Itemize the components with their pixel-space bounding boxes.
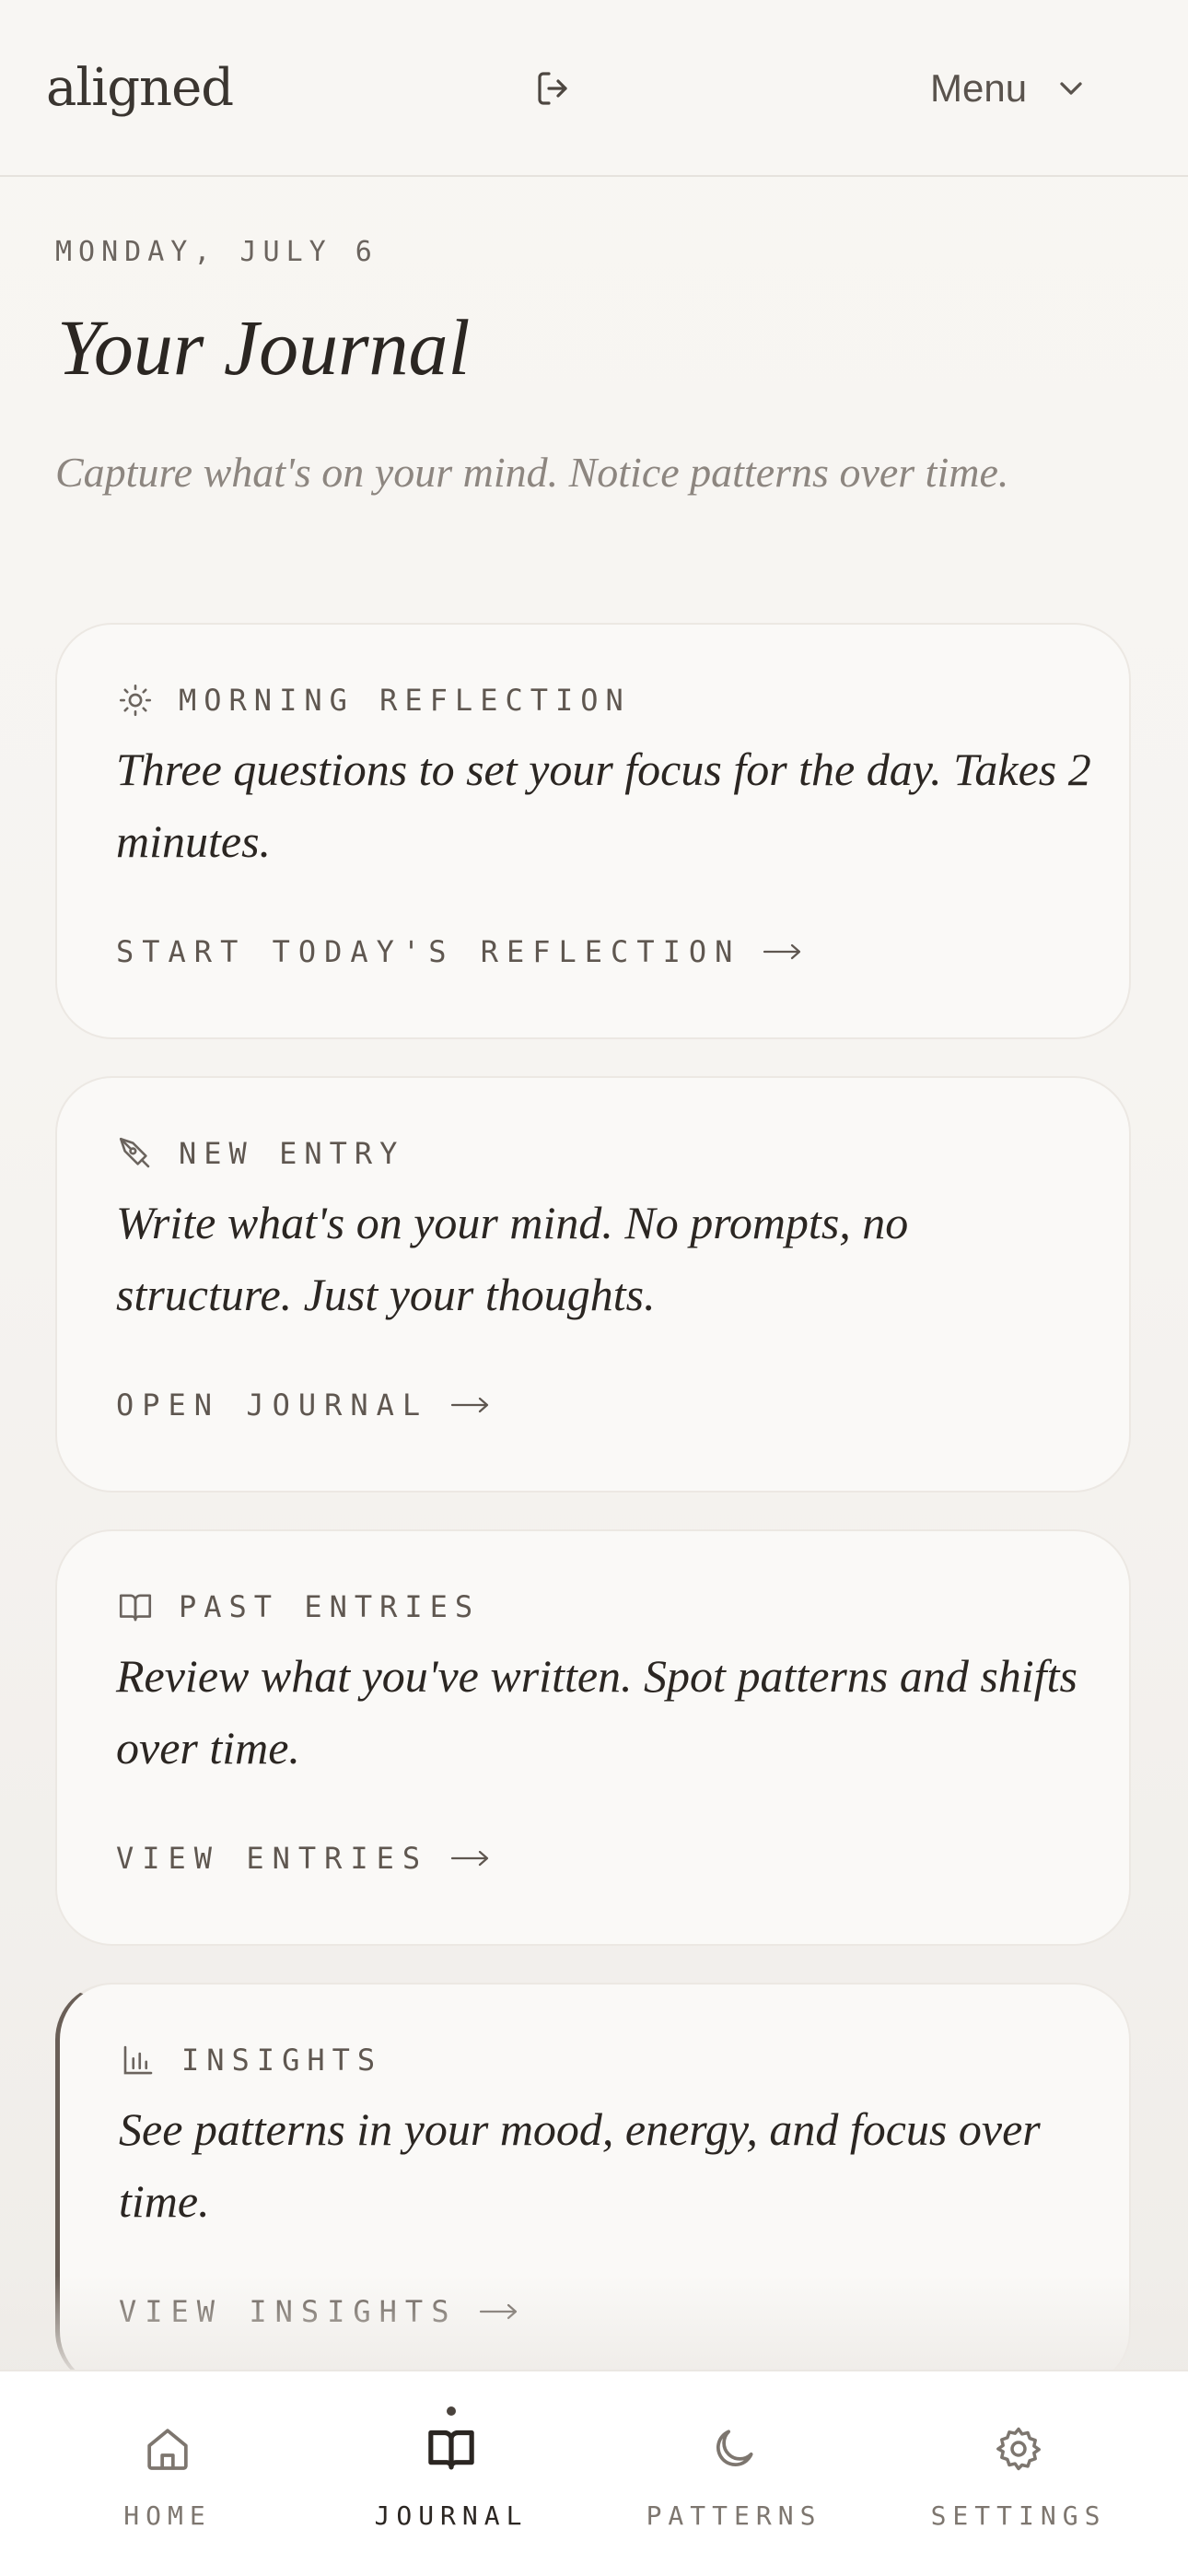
card-action-label: VIEW INSIGHTS [119, 2294, 458, 2329]
view-entries-link[interactable]: VIEW ENTRIES [116, 1841, 491, 1876]
nav-label: HOME [123, 2500, 212, 2531]
card-label: NEW ENTRY [179, 1136, 405, 1171]
app-header: aligned Menu [0, 0, 1188, 177]
card-new-entry[interactable]: NEW ENTRY Write what's on your mind. No … [55, 1076, 1131, 1493]
home-icon [147, 2429, 188, 2470]
nav-item-journal[interactable]: JOURNAL [336, 2371, 566, 2576]
chevron-down-icon [1060, 82, 1082, 95]
menu-button[interactable]: Menu [930, 55, 1089, 122]
card-description: Write what's on your mind. No prompts, n… [116, 1197, 909, 1320]
arrow-right-icon [480, 2303, 518, 2320]
card-action-label: START TODAY'S REFLECTION [116, 934, 741, 969]
card-label: MORNING REFLECTION [179, 683, 631, 718]
book-open-icon [428, 2430, 474, 2470]
nav-item-patterns[interactable]: PATTERNS [619, 2371, 849, 2576]
active-indicator [447, 2406, 456, 2416]
pen-icon [119, 1137, 150, 1168]
arrow-right-icon [451, 1397, 489, 1413]
start-reflection-link[interactable]: START TODAY'S REFLECTION [116, 934, 803, 969]
card-description: Three questions to set your focus for th… [116, 744, 1091, 867]
card-description: See patterns in your mood, energy, and f… [119, 2103, 1041, 2227]
card-label: INSIGHTS [181, 2043, 383, 2078]
arrow-right-icon [763, 943, 801, 960]
card-insights[interactable]: INSIGHTS See patterns in your mood, ener… [55, 1983, 1131, 2388]
logout-icon[interactable] [532, 66, 577, 111]
open-journal-link[interactable]: OPEN JOURNAL [116, 1388, 491, 1423]
app-logo[interactable]: aligned [46, 52, 234, 125]
card-action-label: OPEN JOURNAL [116, 1388, 429, 1423]
card-header: INSIGHTS [119, 2040, 382, 2080]
arrow-right-icon [451, 1850, 489, 1867]
card-morning-reflection[interactable]: MORNING REFLECTION Three questions to se… [55, 623, 1131, 1039]
nav-item-settings[interactable]: SETTINGS [903, 2371, 1134, 2576]
page-title: Your Journal [57, 303, 471, 392]
book-icon [119, 1594, 152, 1622]
sun-icon [119, 684, 152, 717]
page-subtitle: Capture what's on your mind. Notice patt… [55, 449, 1009, 496]
moon-icon [716, 2430, 753, 2467]
view-insights-link[interactable]: VIEW INSIGHTS [119, 2294, 519, 2329]
menu-label: Menu [930, 66, 1028, 110]
journal-page: aligned Menu MONDAY, JULY 6 Your Journal… [0, 0, 1188, 2576]
card-action-label: VIEW ENTRIES [116, 1841, 429, 1876]
card-header: MORNING REFLECTION [116, 680, 631, 720]
nav-label: SETTINGS [930, 2500, 1107, 2531]
current-date: MONDAY, JULY 6 [55, 236, 379, 268]
nav-label: JOURNAL [374, 2500, 529, 2531]
card-past-entries[interactable]: PAST ENTRIES Review what you've written.… [55, 1529, 1131, 1946]
nav-label: PATTERNS [646, 2500, 822, 2531]
card-description: Review what you've written. Spot pattern… [116, 1650, 1077, 1774]
nav-item-home[interactable]: HOME [52, 2371, 283, 2576]
gear-icon [996, 2427, 1041, 2471]
card-header: NEW ENTRY [116, 1133, 404, 1174]
chart-icon [123, 2045, 153, 2075]
card-label: PAST ENTRIES [179, 1589, 481, 1624]
card-header: PAST ENTRIES [116, 1587, 480, 1627]
bottom-nav: HOME JOURNAL PATTERNS SETTINGS [0, 2370, 1188, 2576]
